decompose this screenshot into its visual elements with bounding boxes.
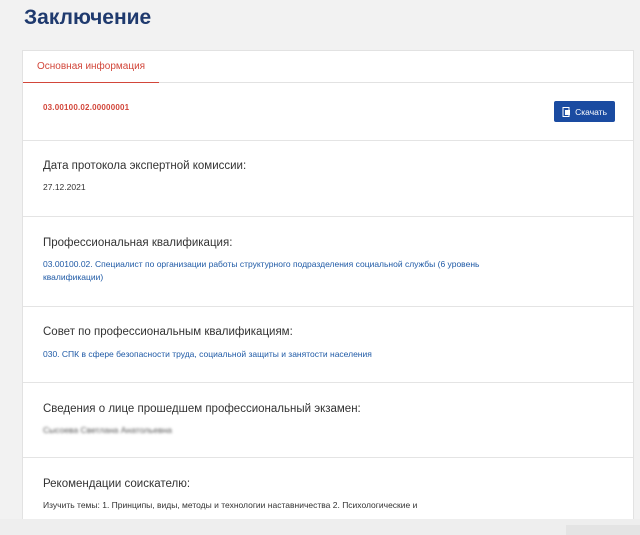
tab-main-info[interactable]: Основная информация xyxy=(23,51,160,83)
council-link[interactable]: 030. СПК в сфере безопасности труда, соц… xyxy=(43,348,633,361)
qualification-label: Профессиональная квалификация: xyxy=(43,237,233,249)
recommendations-label: Рекомендации соискателю: xyxy=(43,478,191,490)
protocol-date-value: 27.12.2021 xyxy=(43,182,86,192)
council-label: Совет по профессиональным квалификациям: xyxy=(43,326,293,338)
council-row: Совет по профессиональным квалификациям:… xyxy=(23,307,633,383)
qualification-row: Профессиональная квалификация: 03.00100.… xyxy=(23,217,633,307)
protocol-date-label: Дата протокола экспертной комиссии: xyxy=(43,160,247,172)
person-label: Сведения о лице прошедшем профессиональн… xyxy=(43,403,361,415)
protocol-date-row: Дата протокола экспертной комиссии: 27.1… xyxy=(23,141,633,217)
tab-bar: Основная информация xyxy=(23,51,633,83)
conclusion-card: Основная информация 03.00100.02.00000001… xyxy=(22,50,634,528)
page-title: Заключение xyxy=(24,6,152,29)
file-download-icon xyxy=(562,106,571,117)
person-name: Сысоева Светлана Анатольевна xyxy=(43,425,173,435)
download-button-label: Скачать xyxy=(575,106,607,117)
document-header-row: 03.00100.02.00000001 Скачать xyxy=(23,83,633,141)
download-button[interactable]: Скачать xyxy=(554,101,615,122)
recommendations-row: Рекомендации соискателю: Изучить темы: 1… xyxy=(23,458,633,512)
person-row: Сведения о лице прошедшем профессиональн… xyxy=(23,383,633,458)
bottom-edge-shadow xyxy=(566,525,640,535)
recommendations-value: Изучить темы: 1. Принципы, виды, методы … xyxy=(43,500,418,510)
document-id: 03.00100.02.00000001 xyxy=(43,103,130,112)
qualification-link[interactable]: 03.00100.02. Специалист по организации р… xyxy=(43,258,513,284)
bottom-edge xyxy=(0,519,640,535)
